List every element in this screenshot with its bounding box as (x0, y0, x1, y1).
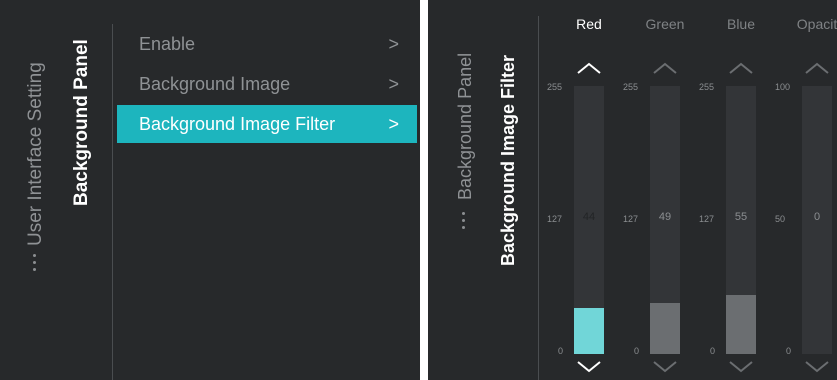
chevron-down-icon[interactable] (802, 358, 832, 379)
chevron-down-icon[interactable] (650, 358, 680, 379)
divider (538, 16, 539, 380)
breadcrumb-parent[interactable]: Background Panel (455, 53, 476, 200)
menu-item-label: Background Image (139, 74, 291, 94)
more-dots-icon[interactable] (462, 212, 466, 233)
divider (112, 24, 113, 380)
slider-title: Red (576, 16, 602, 32)
tick-max: 100 (775, 82, 791, 92)
tick-min: 0 (786, 346, 792, 356)
tick-max: 255 (623, 82, 639, 92)
chevron-right-icon: > (388, 114, 399, 134)
slider-fill (574, 308, 604, 354)
chevron-up-icon[interactable] (574, 60, 604, 81)
chevron-up-icon[interactable] (726, 60, 756, 81)
slider-value: 49 (658, 211, 672, 223)
slider-value: 0 (813, 211, 821, 223)
menu-item-background-image-filter[interactable]: Background Image Filter > (117, 105, 417, 143)
tick-max: 255 (699, 82, 715, 92)
tick-mid: 127 (623, 214, 639, 224)
chevron-down-icon[interactable] (574, 358, 604, 379)
breadcrumb-current: Background Panel (71, 39, 92, 206)
tick-min: 0 (710, 346, 716, 356)
tick-max: 255 (547, 82, 563, 92)
background-panel-menu: User Interface Setting Background Panel … (0, 0, 420, 380)
chevron-right-icon: > (388, 74, 399, 94)
slider-fill (726, 295, 756, 354)
breadcrumb-parent[interactable]: User Interface Setting (25, 62, 47, 246)
tick-mid: 127 (699, 214, 715, 224)
tick-mid: 50 (775, 214, 786, 224)
breadcrumb-current: Background Image Filter (498, 54, 518, 266)
background-image-filter-panel: Background Panel Background Image Filter… (428, 0, 837, 380)
chevron-up-icon[interactable] (802, 60, 832, 81)
chevron-up-icon[interactable] (650, 60, 680, 81)
menu-item-label: Background Image Filter (139, 114, 336, 134)
slider-title: Opacit (796, 16, 837, 32)
menu-item-label: Enable (139, 34, 196, 54)
tick-min: 0 (634, 346, 640, 356)
more-dots-icon[interactable] (33, 254, 37, 275)
slider-value: 55 (734, 211, 748, 223)
slider-value: 44 (582, 211, 596, 223)
tick-min: 0 (558, 346, 564, 356)
tick-mid: 127 (547, 214, 563, 224)
chevron-right-icon: > (388, 34, 399, 54)
slider-title: Green (645, 16, 685, 32)
slider-fill (650, 303, 680, 354)
slider-title: Blue (726, 16, 756, 32)
chevron-down-icon[interactable] (726, 358, 756, 379)
menu-item-background-image[interactable]: Background Image > (117, 65, 417, 103)
menu-item-enable[interactable]: Enable > (117, 25, 417, 63)
